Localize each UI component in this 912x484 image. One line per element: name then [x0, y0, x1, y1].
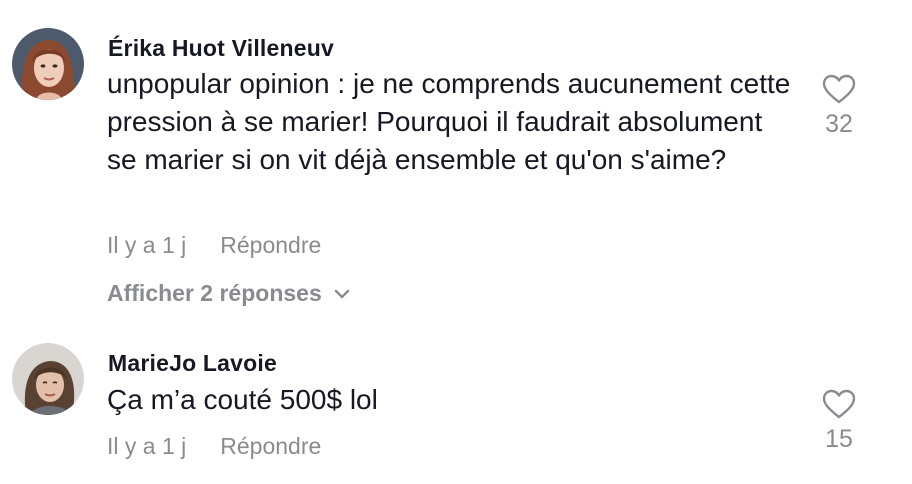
comment-text: unpopular opinion : je ne comprends aucu… — [107, 68, 791, 175]
comment-text: Ça m’a couté 500$ lol — [107, 384, 378, 415]
like-count: 15 — [825, 425, 853, 453]
avatar[interactable] — [12, 28, 84, 100]
comment-username[interactable]: MarieJo Lavoie — [108, 350, 277, 377]
like-button[interactable]: 32 — [815, 74, 863, 139]
reply-button[interactable]: Répondre — [220, 433, 321, 460]
view-replies-button[interactable]: Afficher 2 réponses — [107, 280, 350, 307]
comment-timestamp: Il y a 1 j — [107, 232, 187, 258]
like-button[interactable]: 15 — [815, 389, 863, 454]
comment-item: MarieJo Lavoie Ça m’a couté 500$ lol Il … — [0, 320, 912, 484]
reply-button[interactable]: Répondre — [220, 232, 321, 259]
heart-icon — [822, 389, 856, 419]
like-count: 32 — [825, 110, 853, 138]
heart-icon — [822, 74, 856, 104]
comment-timestamp: Il y a 1 j — [107, 433, 187, 459]
comment-meta: Il y a 1 j Répondre — [107, 232, 321, 259]
comment-meta: Il y a 1 j Répondre — [107, 433, 321, 460]
view-replies-label: Afficher 2 réponses — [107, 280, 322, 306]
avatar[interactable] — [12, 343, 84, 415]
comment-item: Érika Huot Villeneuv unpopular opinion :… — [0, 0, 912, 320]
comment-username[interactable]: Érika Huot Villeneuv — [108, 35, 334, 62]
chevron-down-icon — [334, 289, 349, 298]
